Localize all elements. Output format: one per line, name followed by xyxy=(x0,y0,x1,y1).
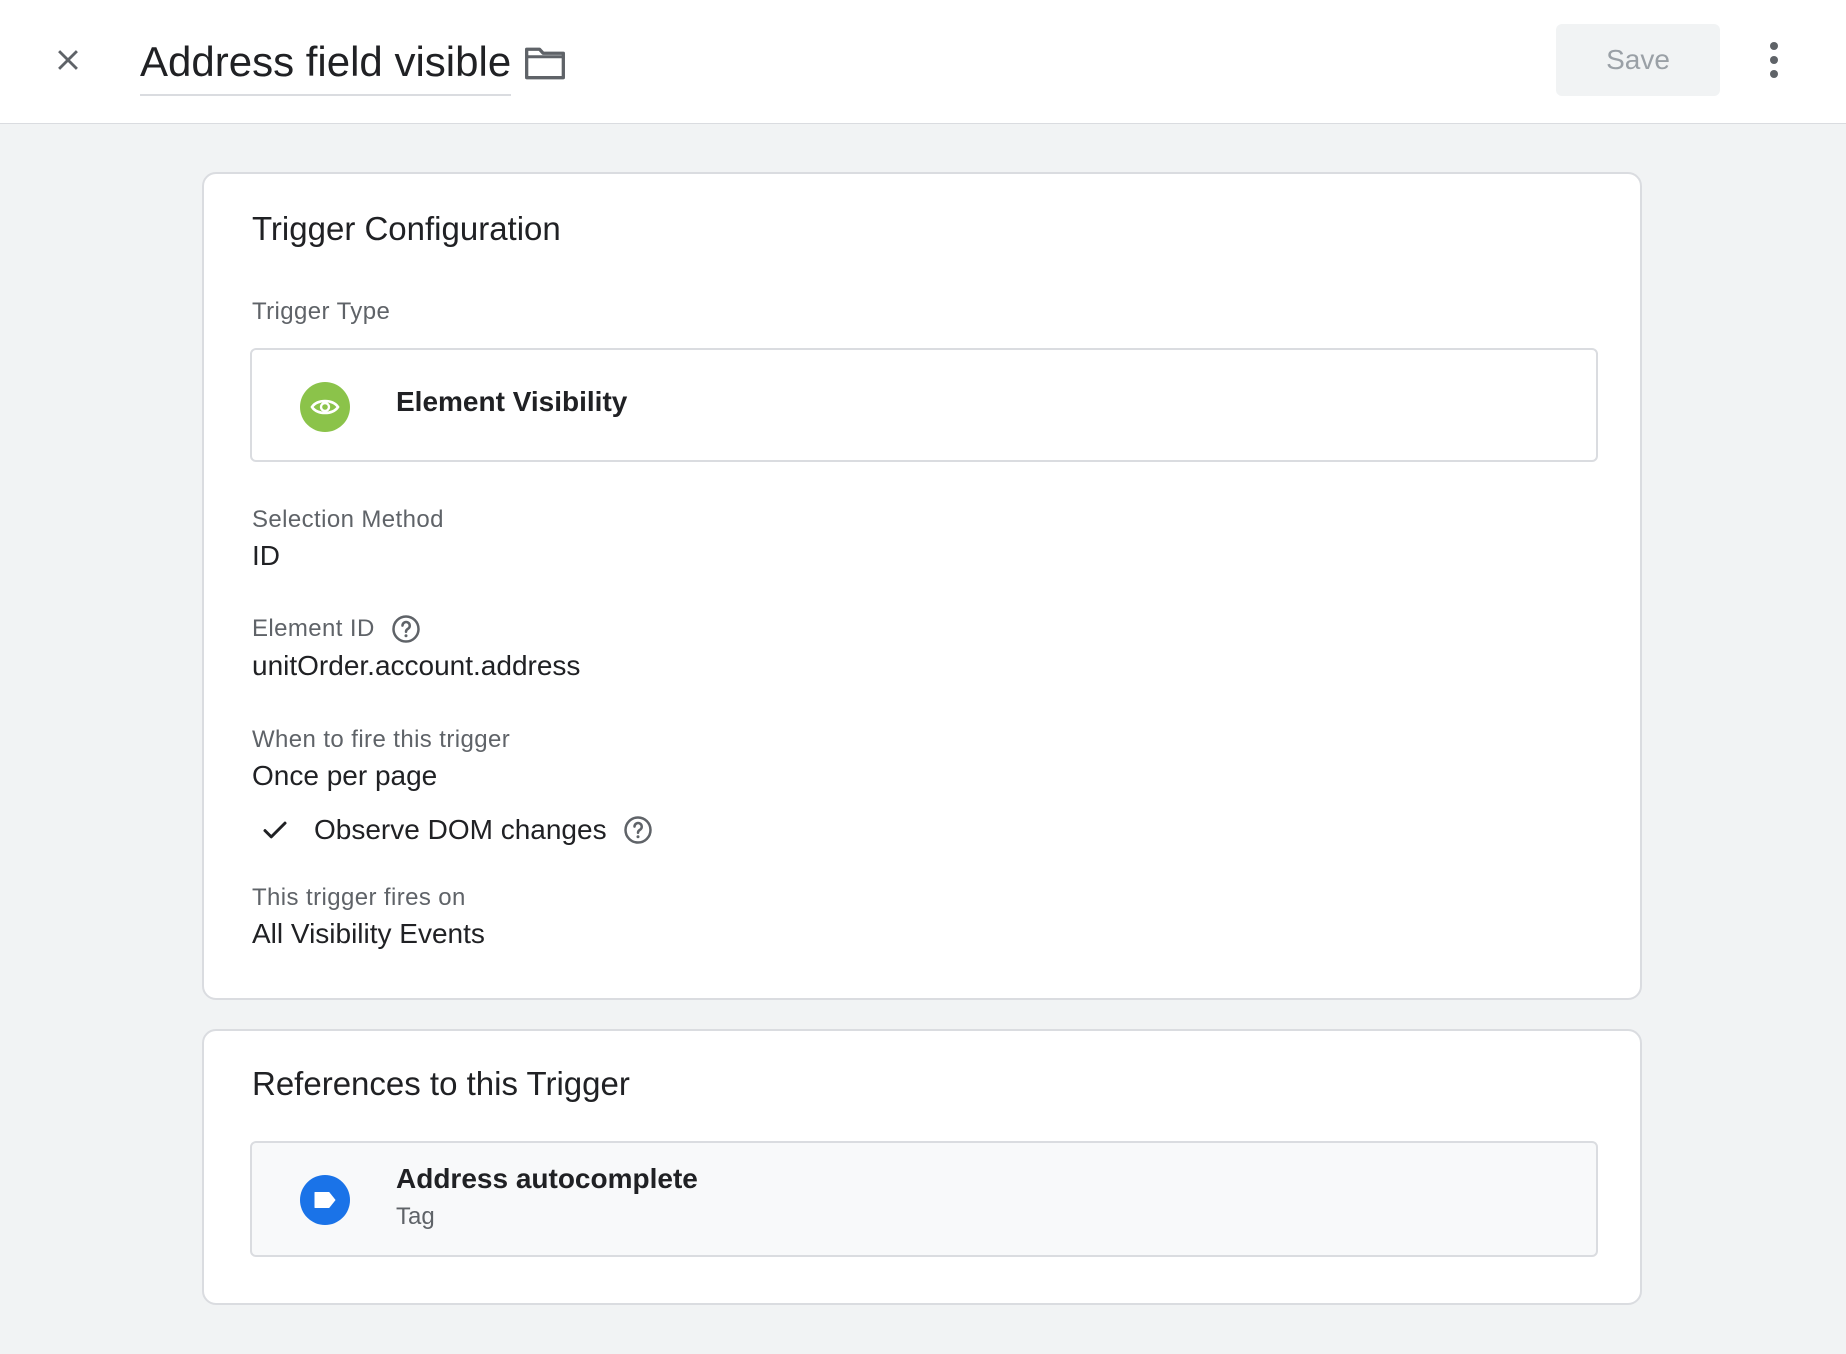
card-title: Trigger Configuration xyxy=(252,210,561,247)
card-title: References to this Trigger xyxy=(252,1065,630,1102)
trigger-type-name: Element Visibility xyxy=(396,386,628,417)
more-vert-icon xyxy=(1770,42,1778,78)
selection-method-label: Selection Method xyxy=(252,506,444,533)
more-options-button[interactable] xyxy=(1752,30,1796,90)
references-card: References to this Trigger Address autoc… xyxy=(202,1029,1642,1305)
save-button[interactable]: Save xyxy=(1556,24,1720,96)
close-button[interactable] xyxy=(36,28,100,92)
reference-type: Tag xyxy=(396,1203,435,1230)
trigger-configuration-card[interactable]: Trigger Configuration Trigger Type Eleme… xyxy=(202,172,1642,1000)
check-icon xyxy=(263,821,287,839)
tag-icon xyxy=(300,1175,350,1225)
trigger-name-field[interactable]: Address field visible xyxy=(140,36,512,96)
eye-icon xyxy=(300,382,350,432)
element-id-label: Element ID xyxy=(252,615,375,642)
when-to-fire-value: Once per page xyxy=(252,760,438,791)
help-icon[interactable] xyxy=(391,614,421,644)
fires-on-value: All Visibility Events xyxy=(252,918,485,949)
close-icon xyxy=(58,50,78,70)
fires-on-label: This trigger fires on xyxy=(252,884,466,911)
reference-item[interactable]: Address autocomplete Tag xyxy=(250,1141,1598,1257)
help-icon[interactable] xyxy=(623,815,653,845)
observe-dom-row: Observe DOM changes xyxy=(260,814,653,846)
folder-icon xyxy=(525,47,565,80)
observe-dom-label: Observe DOM changes xyxy=(314,814,607,845)
trigger-type-label: Trigger Type xyxy=(252,298,391,325)
folder-button[interactable] xyxy=(520,40,570,86)
top-bar: Address field visible Save xyxy=(0,0,1846,124)
reference-name: Address autocomplete xyxy=(396,1163,698,1194)
selection-method-value: ID xyxy=(252,540,280,571)
trigger-type-selector[interactable]: Element Visibility xyxy=(250,348,1598,462)
when-to-fire-label: When to fire this trigger xyxy=(252,726,511,753)
element-id-value: unitOrder.account.address xyxy=(252,650,581,681)
element-id-row: Element ID xyxy=(252,614,421,644)
